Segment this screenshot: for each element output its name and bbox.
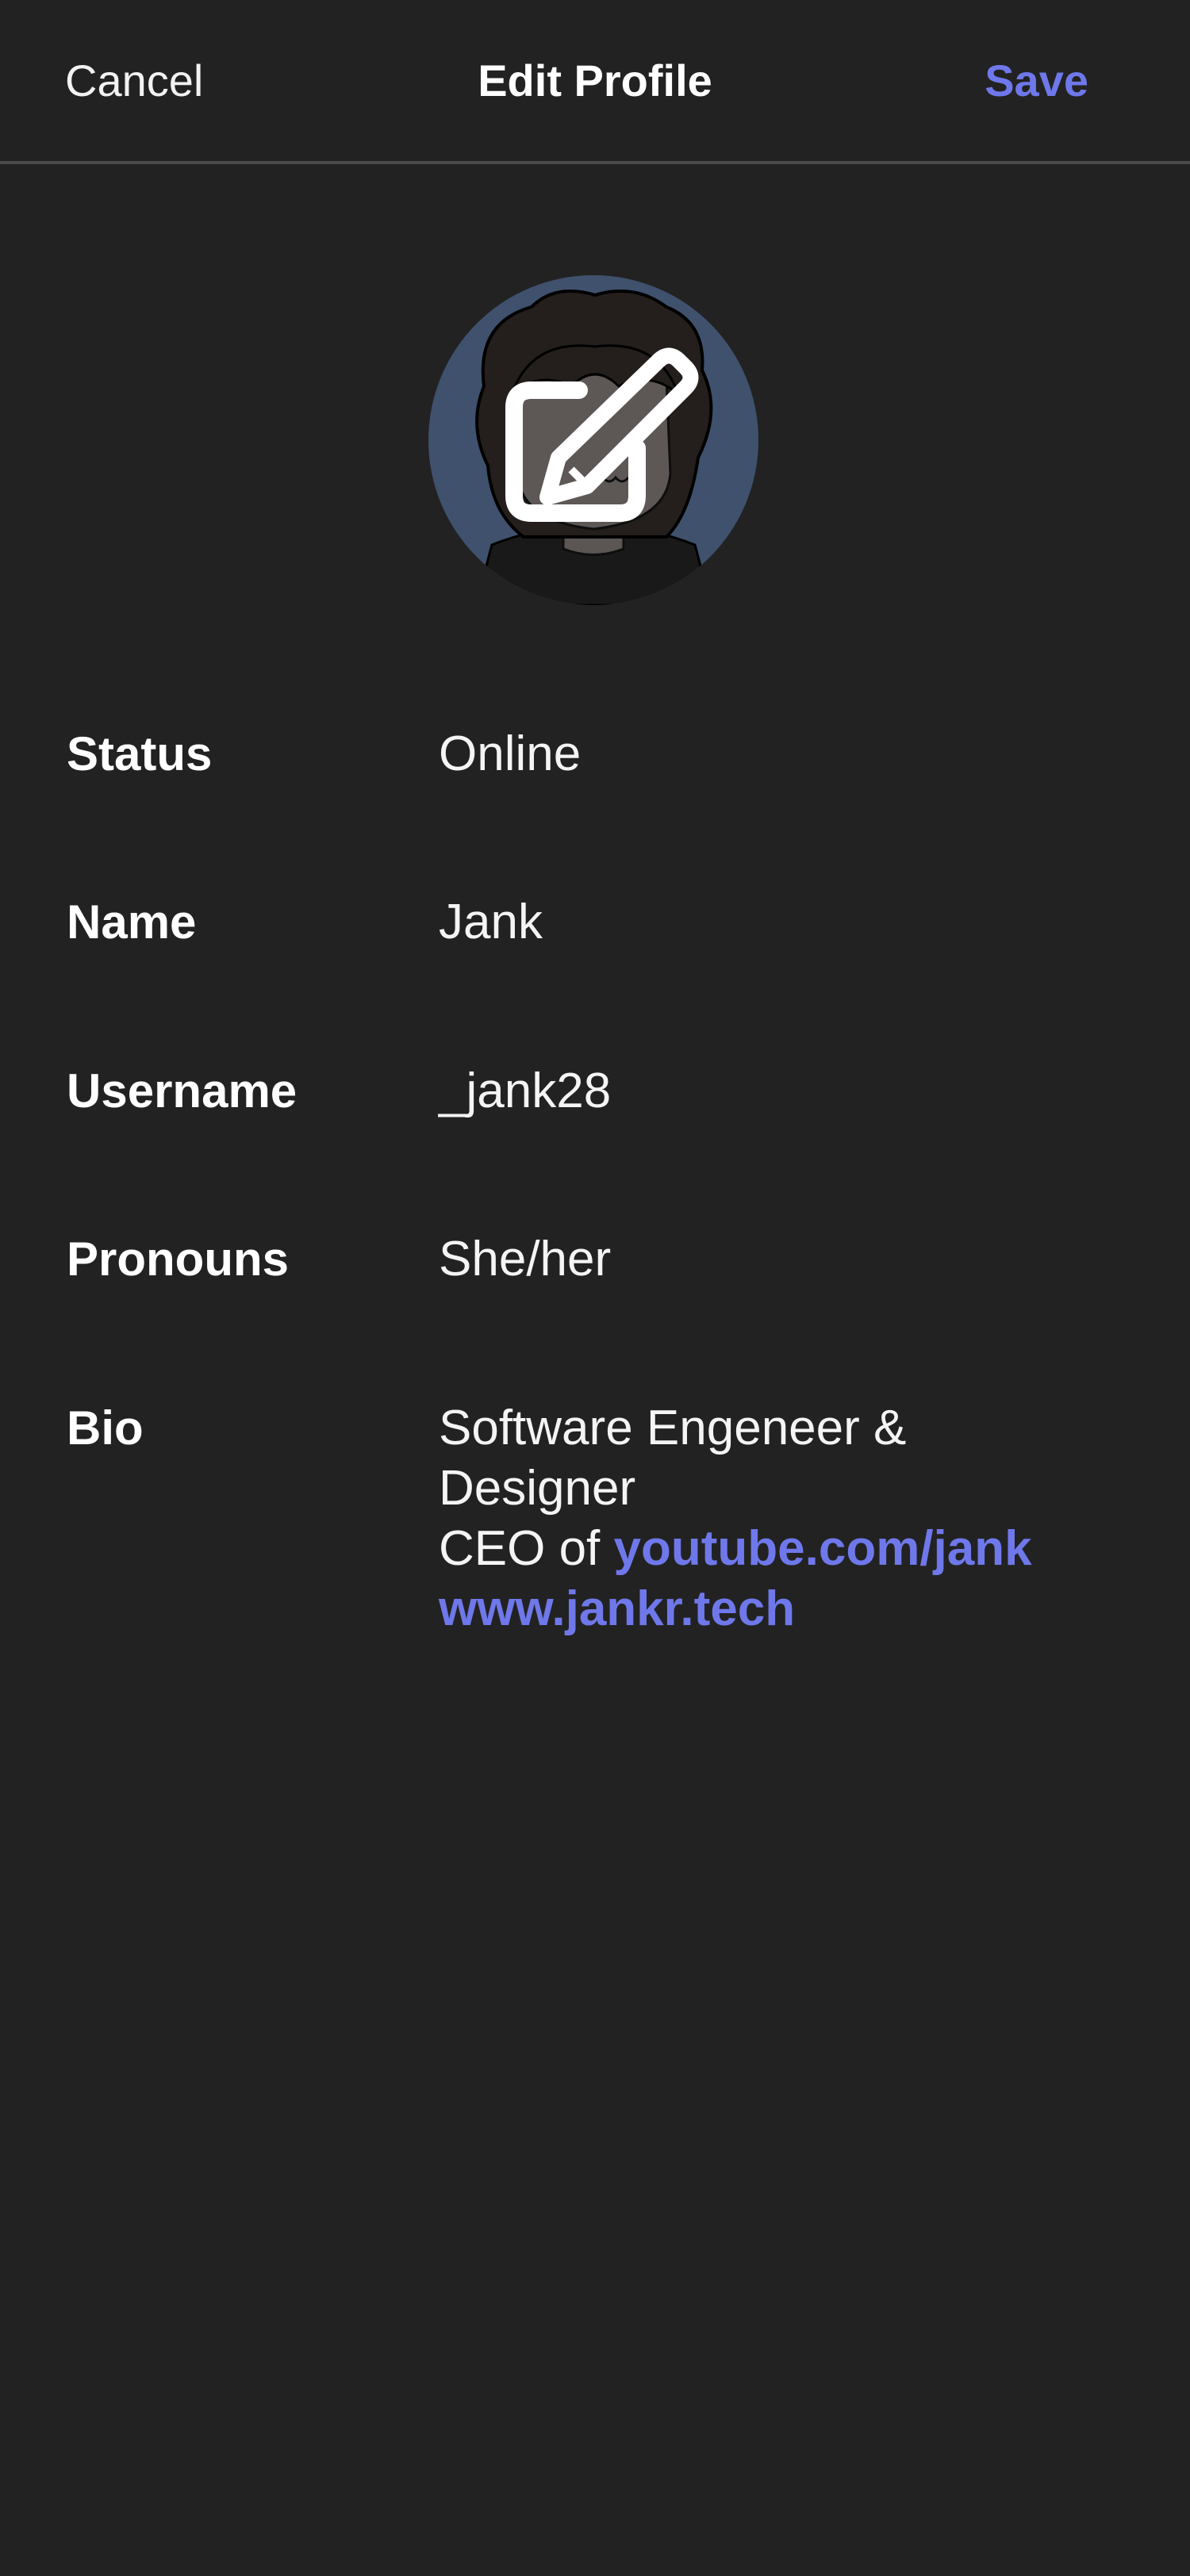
- save-button[interactable]: Save: [985, 49, 1088, 113]
- bio-line: Software Engeneer &: [439, 1401, 907, 1455]
- username-field[interactable]: _jank28: [439, 1061, 1137, 1121]
- bio-field[interactable]: Software Engeneer & Designer CEO of yout…: [439, 1398, 1137, 1639]
- bio-label: Bio: [67, 1401, 144, 1455]
- bio-line: www.jankr.tech: [439, 1579, 1137, 1639]
- username-label: Username: [67, 1064, 298, 1117]
- youtube-link[interactable]: youtube.com/jank: [614, 1521, 1032, 1576]
- status-label: Status: [67, 727, 213, 780]
- top-bar: Cancel Edit Profile Save: [0, 0, 1190, 164]
- website-link[interactable]: www.jankr.tech: [439, 1581, 795, 1636]
- pronouns-label: Pronouns: [67, 1232, 289, 1286]
- bio-text: CEO of: [439, 1521, 614, 1576]
- name-field[interactable]: Jank: [439, 892, 1137, 953]
- pronouns-field[interactable]: She/her: [439, 1229, 1137, 1290]
- bio-line: Designer: [439, 1461, 636, 1516]
- bio-line: CEO of youtube.com/jank: [439, 1519, 1137, 1579]
- name-label: Name: [67, 895, 197, 949]
- status-value[interactable]: Online: [439, 724, 1137, 784]
- pencil-edit-icon: [428, 275, 758, 605]
- avatar-edit-button[interactable]: [428, 275, 758, 605]
